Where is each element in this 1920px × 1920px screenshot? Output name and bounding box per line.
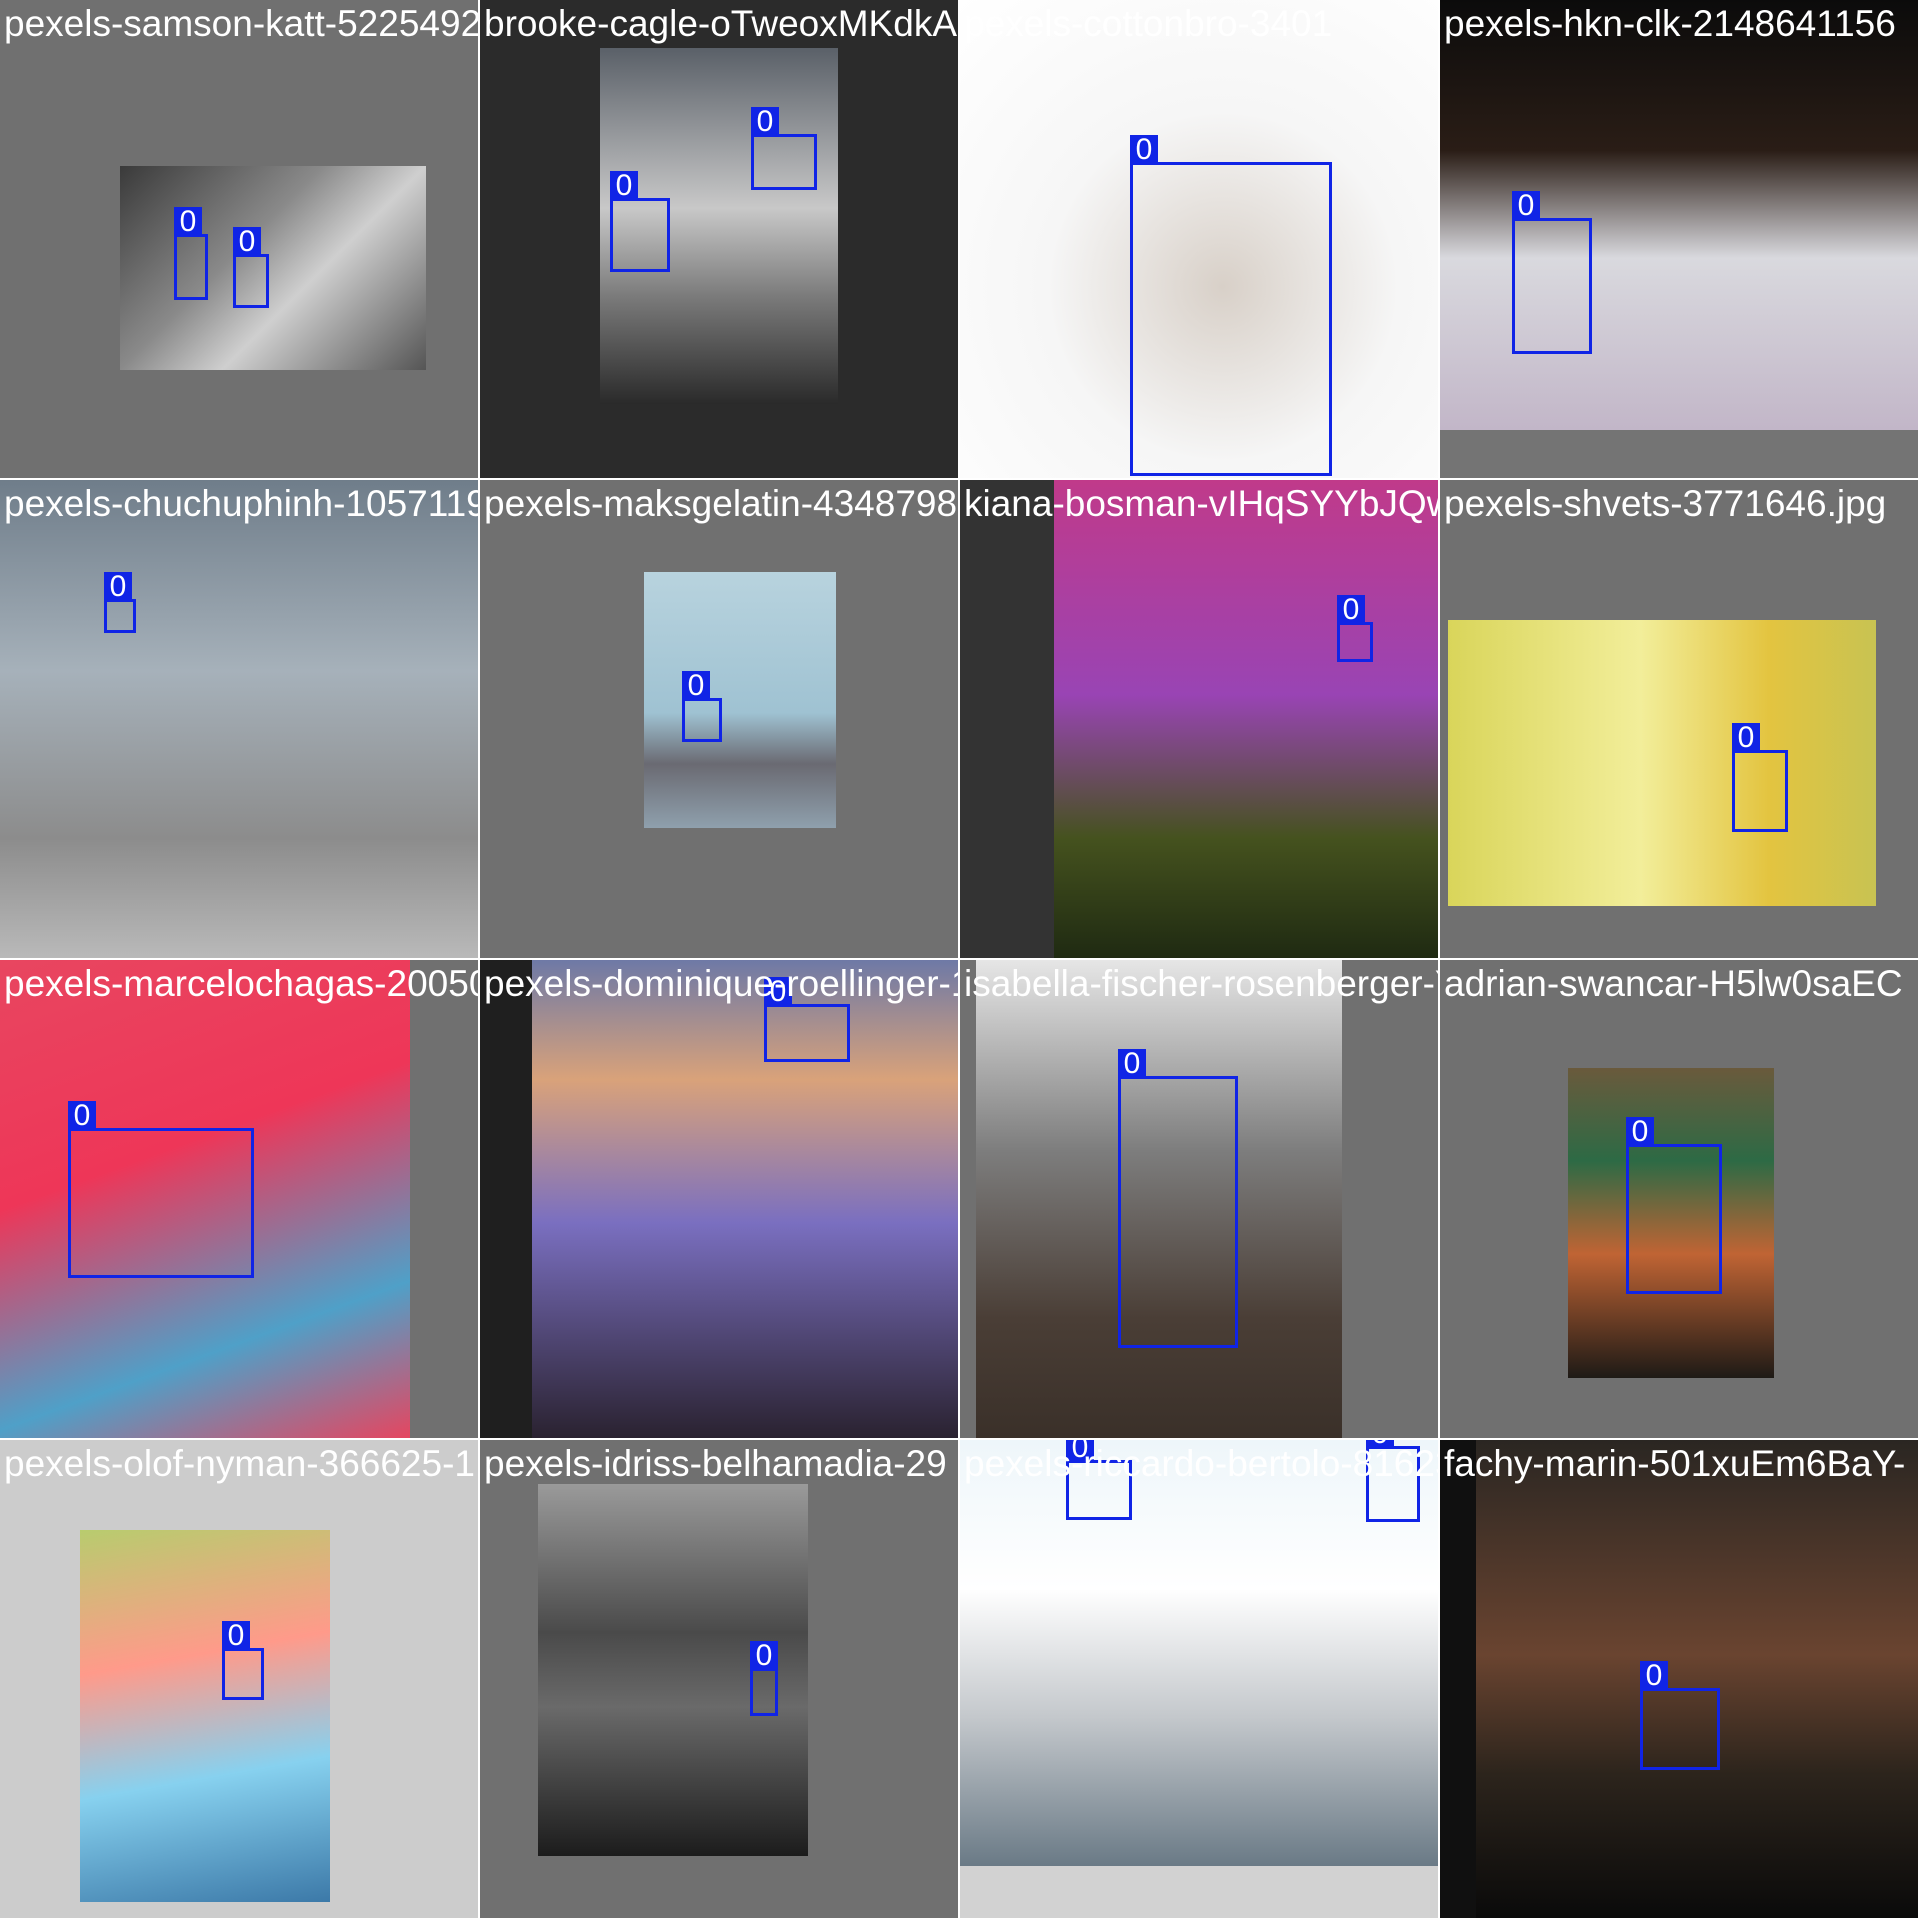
mosaic-tile: 0 pexels-hkn-clk-2148641156 [1440,0,1918,478]
tile-photo [644,572,836,828]
bounding-box: 0 [233,227,269,308]
bounding-box: 0 [222,1621,264,1700]
tile-filename-caption: kiana-bosman-vIHqSYYbJQw-unsplash.jpg [964,483,1438,524]
tile-filename-caption: pexels-cottonbro-3401 [964,3,1333,44]
mosaic-tile: 0 pexels-marcelochagas-2005013.jpg [0,960,478,1438]
tile-photo [532,960,958,1438]
box-class-label: 0 [104,572,132,602]
mosaic-tile: 0pexels-dominique-roellinger-1338047 [480,960,958,1438]
box-class-label: 0 [174,207,202,237]
box-class-label: 0 [233,227,261,257]
bounding-box: 0 [1640,1661,1720,1770]
mosaic-tile: 0 pexels-shvets-3771646.jpg [1440,480,1918,958]
bounding-box: 0 [1732,723,1788,832]
box-class-label: 0 [1640,1661,1668,1691]
bounding-box: 0 [751,107,817,190]
mosaic-tile: 0 kiana-bosman-vIHqSYYbJQw-unsplash.jpg [960,480,1438,958]
bounding-box: 0 [764,977,850,1062]
tile-photo [1476,1440,1918,1918]
box-class-label: 0 [222,1621,250,1651]
bounding-box: 0 [1626,1117,1722,1294]
bounding-box: 0 [1337,595,1373,662]
box-class-label: 0 [1118,1049,1146,1079]
tile-filename-caption: fachy-marin-501xuEm6BaY- [1444,1443,1906,1484]
bounding-box: 0 [1118,1049,1238,1348]
mosaic-tile: 0 isabella-fischer-rosenberger-YciDcaa [960,960,1438,1438]
tile-filename-caption: isabella-fischer-rosenberger-YciDcaa [964,963,1438,1004]
tile-filename-caption: pexels-maksgelatin-4348798.jpg [484,483,958,524]
bounding-box: 0 [68,1101,254,1278]
bounding-box: 0 [104,572,136,633]
tile-filename-caption: pexels-riccardo-bertolo-816233.jpg [964,1443,1438,1484]
mosaic-tile: 0 pexels-idriss-belhamadia-29 [480,1440,958,1918]
mosaic-tile: 0 pexels-olof-nyman-366625-1 [0,1440,478,1918]
mosaic-tile: 0 adrian-swancar-H5lw0saEC [1440,960,1918,1438]
tile-filename-caption: pexels-hkn-clk-2148641156 [1444,3,1896,44]
mosaic-tile: 0 pexels-chuchuphinh-1057119.jpg [0,480,478,958]
box-class-label: 0 [750,1641,778,1671]
box-class-label: 0 [751,107,779,137]
mosaic-tile: 0 0 pexels-samson-katt-5225492.jpg [0,0,478,478]
mosaic-tile: 0 pexels-cottonbro-3401 [960,0,1438,478]
tile-photo [80,1530,330,1902]
tile-photo [1448,620,1876,906]
bounding-box: 0 [750,1641,778,1716]
box-class-label: 0 [1626,1117,1654,1147]
tile-filename-caption: pexels-marcelochagas-2005013.jpg [4,963,478,1004]
box-class-label: 0 [1732,723,1760,753]
box-class-label: 0 [610,171,638,201]
mosaic-tile: 0 pexels-maksgelatin-4348798.jpg [480,480,958,958]
tile-photo [120,166,426,370]
tile-filename-caption: pexels-idriss-belhamadia-29 [484,1443,947,1484]
tile-filename-caption: pexels-dominique-roellinger-1338047 [484,963,958,1004]
box-class-label: 0 [68,1101,96,1131]
mosaic-tile: 0 0 brooke-cagle-oTweoxMKdkA-unsplash.jpg [480,0,958,478]
bounding-box: 0 [1512,191,1592,354]
tile-filename-caption: brooke-cagle-oTweoxMKdkA-unsplash.jpg [484,3,958,44]
tile-photo [1054,480,1438,958]
bounding-box: 0 [1130,135,1332,476]
tile-filename-caption: adrian-swancar-H5lw0saEC [1444,963,1903,1004]
box-class-label: 0 [1130,135,1158,165]
tile-photo [0,480,478,958]
mosaic-tile: 00pexels-riccardo-bertolo-816233.jpg [960,1440,1438,1918]
bounding-box: 0 [610,171,670,272]
tile-filename-caption: pexels-olof-nyman-366625-1 [4,1443,475,1484]
bounding-box: 0 [174,207,208,300]
tile-filename-caption: pexels-chuchuphinh-1057119.jpg [4,483,478,524]
box-class-label: 0 [1337,595,1365,625]
box-class-label: 0 [1512,191,1540,221]
tile-filename-caption: pexels-shvets-3771646.jpg [1444,483,1887,524]
tile-filename-caption: pexels-samson-katt-5225492.jpg [4,3,478,44]
box-class-label: 0 [682,671,710,701]
mosaic-tile: 0 fachy-marin-501xuEm6BaY- [1440,1440,1918,1918]
bounding-box: 0 [682,671,722,742]
detection-mosaic: 0 0 pexels-samson-katt-5225492.jpg 0 0 brooke… [0,0,1920,1920]
